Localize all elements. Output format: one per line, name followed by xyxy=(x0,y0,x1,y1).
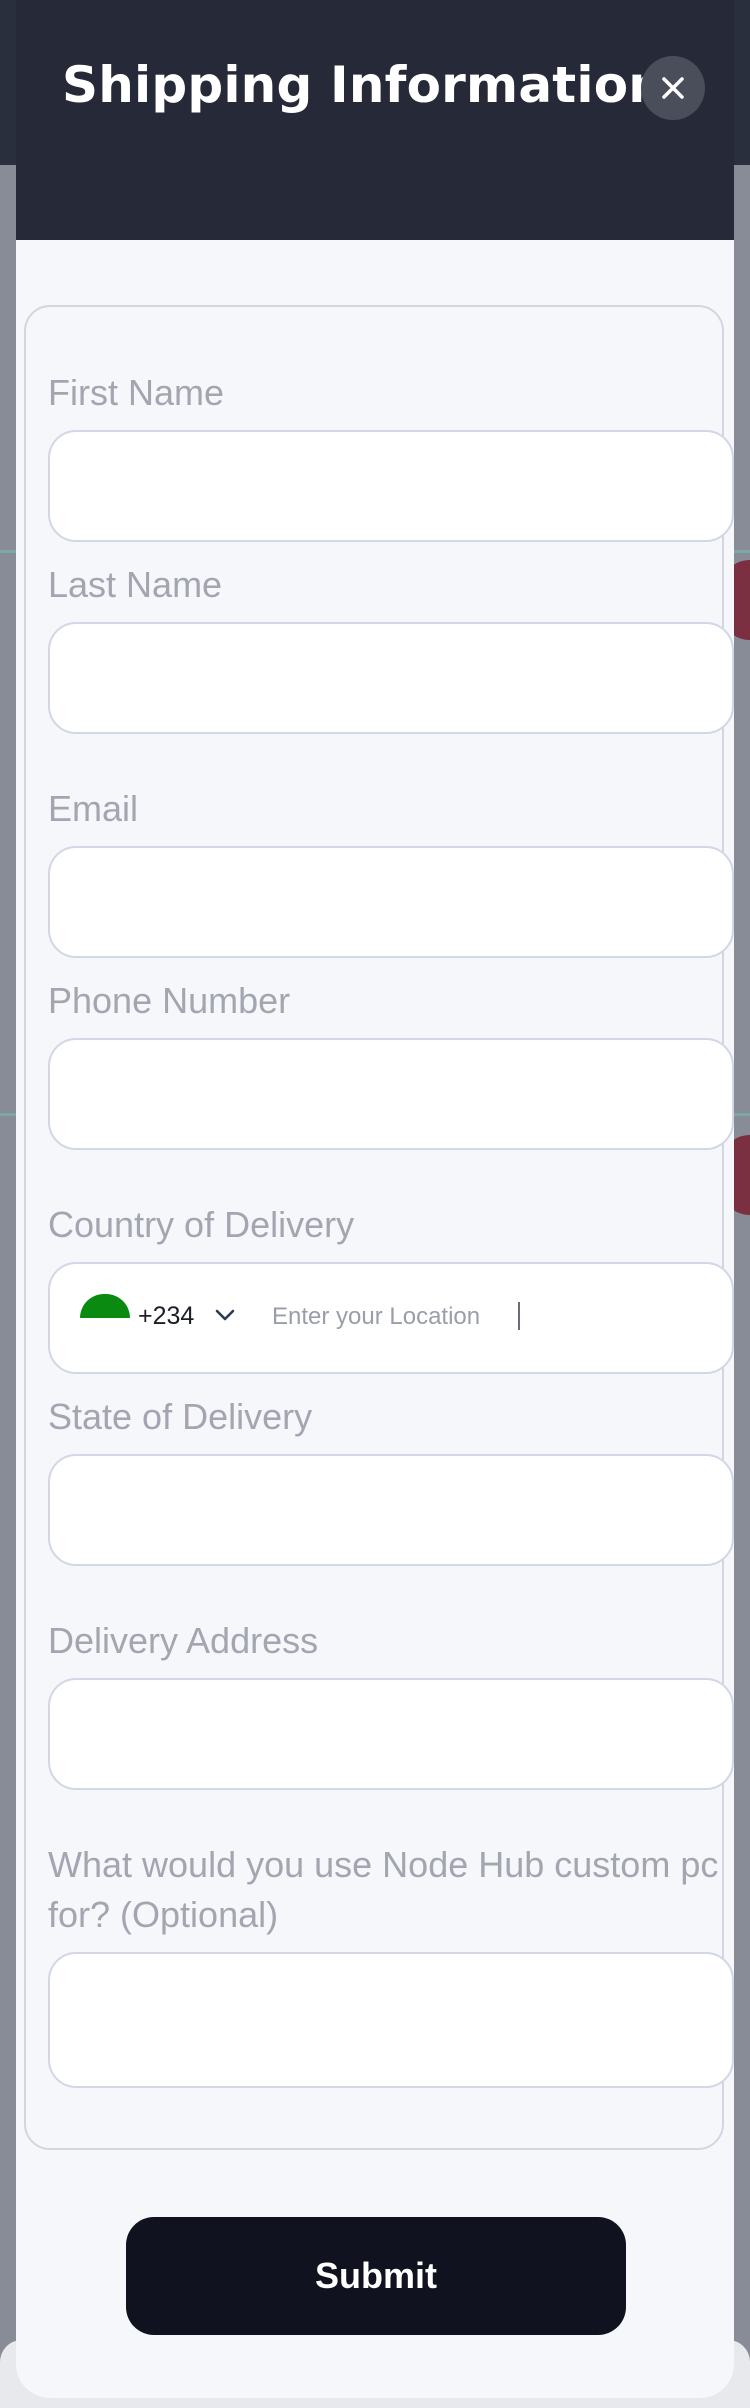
delivery-address-field[interactable] xyxy=(48,1678,734,1790)
location-input[interactable] xyxy=(270,1294,694,1340)
chevron-down-icon[interactable] xyxy=(212,1302,238,1328)
country-label: Country of Delivery xyxy=(48,1204,355,1245)
email-label: Email xyxy=(48,788,139,829)
close-icon xyxy=(662,77,684,99)
phone-number-field[interactable] xyxy=(48,1038,734,1150)
dial-code[interactable]: +234 xyxy=(138,1302,194,1331)
modal-title: Shipping Information xyxy=(62,56,665,114)
text-caret xyxy=(518,1302,520,1330)
phone-number-label: Phone Number xyxy=(48,980,291,1021)
state-field[interactable] xyxy=(48,1454,734,1566)
nigeria-flag-icon[interactable] xyxy=(80,1294,130,1318)
delivery-address-label: Delivery Address xyxy=(48,1620,319,1661)
first-name-field[interactable] xyxy=(48,430,734,542)
usage-label: What would you use Node Hub custom pc fo… xyxy=(48,1844,719,1935)
country-field: +234 xyxy=(48,1262,734,1374)
usage-field[interactable] xyxy=(48,1952,734,2088)
state-label: State of Delivery xyxy=(48,1396,313,1437)
modal-header: Shipping Information xyxy=(16,0,734,240)
last-name-label: Last Name xyxy=(48,564,223,605)
submit-button[interactable]: Submit xyxy=(126,2217,626,2335)
close-button[interactable] xyxy=(641,56,705,120)
shipping-modal: Shipping Information First Name Last Nam… xyxy=(16,0,734,2398)
email-field[interactable] xyxy=(48,846,734,958)
last-name-field[interactable] xyxy=(48,622,734,734)
first-name-label: First Name xyxy=(48,372,225,413)
